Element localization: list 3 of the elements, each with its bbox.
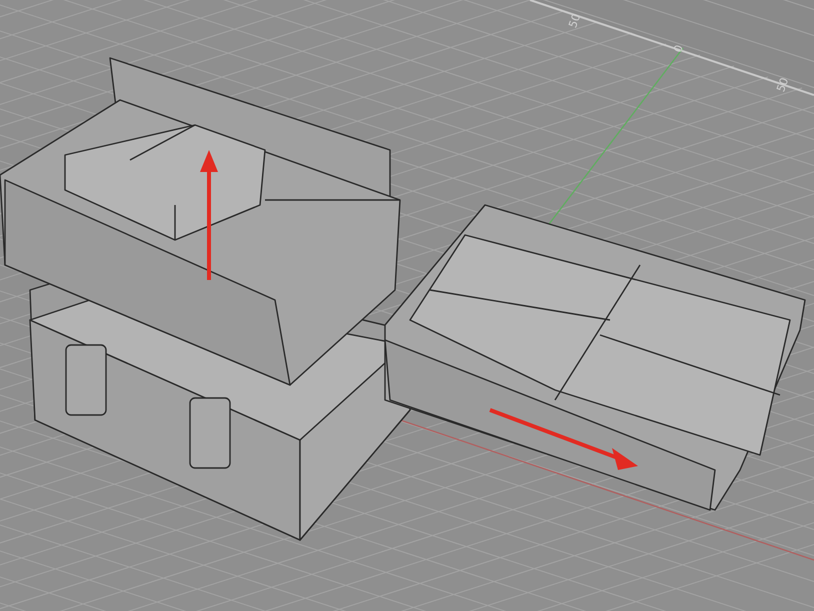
- grid-label: 0: [671, 43, 686, 54]
- grid-label: 50: [774, 76, 792, 94]
- grid-label: 50: [566, 12, 584, 30]
